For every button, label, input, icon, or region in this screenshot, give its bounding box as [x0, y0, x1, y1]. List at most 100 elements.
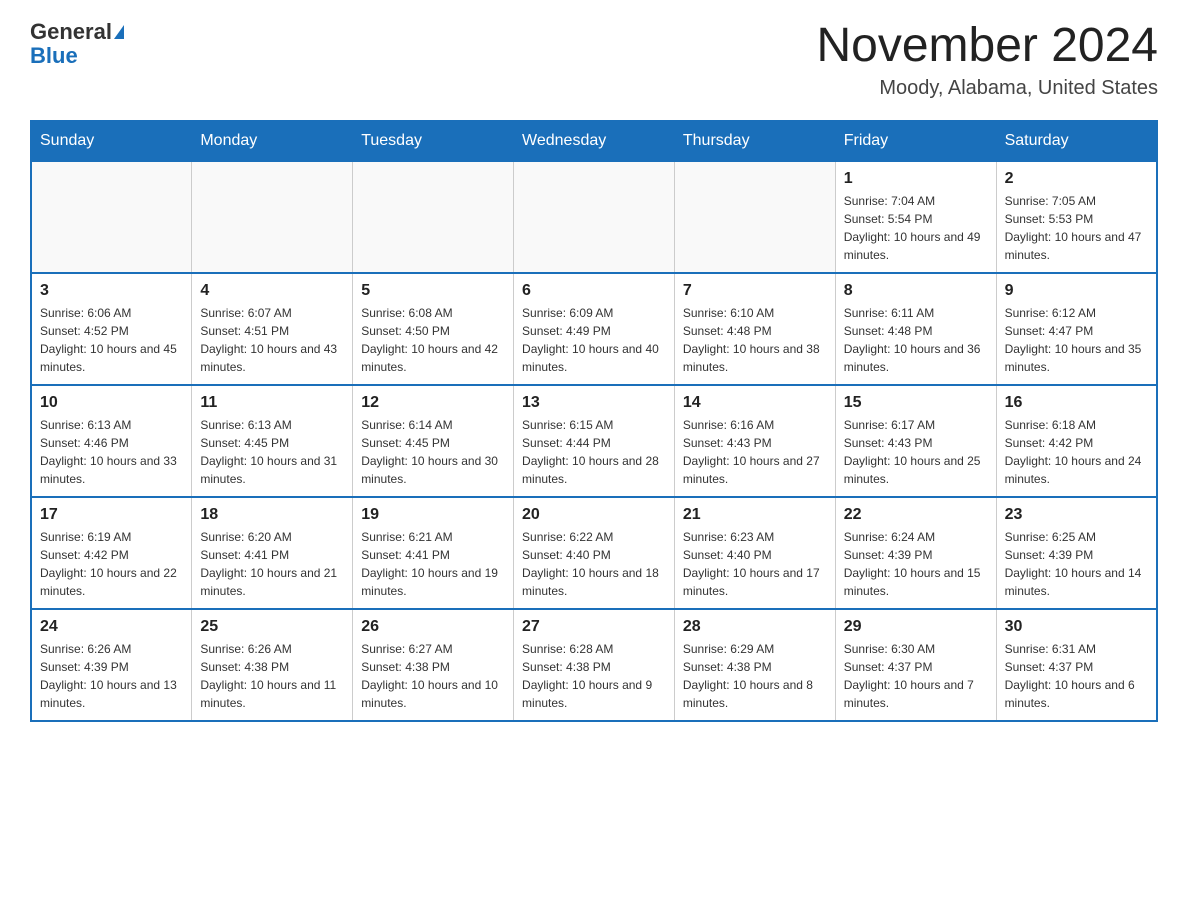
table-row: 11 Sunrise: 6:13 AMSunset: 4:45 PMDayligh… [192, 385, 353, 497]
week-row-1: 1 Sunrise: 7:04 AMSunset: 5:54 PMDaylight… [31, 161, 1157, 273]
table-row: 9Sunrise: 6:12 AMSunset: 4:47 PMDaylight… [996, 273, 1157, 385]
day-info: Sunrise: 6:07 AMSunset: 4:51 PMDaylight:… [200, 304, 344, 376]
table-row [514, 161, 675, 273]
day-number: 6 [522, 282, 666, 300]
day-number: 17 [40, 506, 183, 524]
table-row: 6 Sunrise: 6:09 AMSunset: 4:49 PMDaylight… [514, 273, 675, 385]
table-row: 7Sunrise: 6:10 AMSunset: 4:48 PMDaylight… [674, 273, 835, 385]
col-friday: Friday [835, 121, 996, 161]
day-info: Sunrise: 6:11 AMSunset: 4:48 PMDaylight:… [844, 304, 988, 376]
day-info: Sunrise: 6:26 AMSunset: 4:38 PMDaylight:… [200, 640, 344, 712]
day-info: Sunrise: 7:04 AMSunset: 5:54 PMDaylight:… [844, 192, 988, 264]
table-row: 24 Sunrise: 6:26 AMSunset: 4:39 PMDayligh… [31, 609, 192, 721]
day-number: 5 [361, 282, 505, 300]
week-row-4: 17 Sunrise: 6:19 AMSunset: 4:42 PMDayligh… [31, 497, 1157, 609]
day-info: Sunrise: 6:19 AMSunset: 4:42 PMDaylight:… [40, 528, 183, 600]
logo-general-text: General [30, 20, 112, 44]
day-info: Sunrise: 6:26 AMSunset: 4:39 PMDaylight:… [40, 640, 183, 712]
day-number: 7 [683, 282, 827, 300]
day-number: 19 [361, 506, 505, 524]
day-info: Sunrise: 6:29 AMSunset: 4:38 PMDaylight:… [683, 640, 827, 712]
day-number: 22 [844, 506, 988, 524]
table-row: 8 Sunrise: 6:11 AMSunset: 4:48 PMDaylight… [835, 273, 996, 385]
day-info: Sunrise: 6:09 AMSunset: 4:49 PMDaylight:… [522, 304, 666, 376]
table-row: 5 Sunrise: 6:08 AMSunset: 4:50 PMDaylight… [353, 273, 514, 385]
day-info: Sunrise: 6:28 AMSunset: 4:38 PMDaylight:… [522, 640, 666, 712]
day-info: Sunrise: 6:16 AMSunset: 4:43 PMDaylight:… [683, 416, 827, 488]
day-number: 14 [683, 394, 827, 412]
table-row: 27 Sunrise: 6:28 AMSunset: 4:38 PMDayligh… [514, 609, 675, 721]
day-number: 2 [1005, 170, 1148, 188]
col-sunday: Sunday [31, 121, 192, 161]
table-row [192, 161, 353, 273]
day-number: 27 [522, 618, 666, 636]
table-row: 13 Sunrise: 6:15 AMSunset: 4:44 PMDayligh… [514, 385, 675, 497]
day-number: 21 [683, 506, 827, 524]
day-number: 1 [844, 170, 988, 188]
calendar-header-row: Sunday Monday Tuesday Wednesday Thursday… [31, 121, 1157, 161]
logo: General Blue [30, 20, 124, 68]
table-row: 15Sunrise: 6:17 AMSunset: 4:43 PMDayligh… [835, 385, 996, 497]
table-row: 29Sunrise: 6:30 AMSunset: 4:37 PMDayligh… [835, 609, 996, 721]
day-info: Sunrise: 6:22 AMSunset: 4:40 PMDaylight:… [522, 528, 666, 600]
day-number: 10 [40, 394, 183, 412]
day-info: Sunrise: 7:05 AMSunset: 5:53 PMDaylight:… [1005, 192, 1148, 264]
table-row: 30 Sunrise: 6:31 AMSunset: 4:37 PMDayligh… [996, 609, 1157, 721]
month-title: November 2024 [816, 20, 1158, 73]
day-number: 30 [1005, 618, 1148, 636]
page-header: General Blue November 2024 Moody, Alabam… [30, 20, 1158, 100]
day-info: Sunrise: 6:17 AMSunset: 4:43 PMDaylight:… [844, 416, 988, 488]
week-row-5: 24 Sunrise: 6:26 AMSunset: 4:39 PMDayligh… [31, 609, 1157, 721]
table-row: 22 Sunrise: 6:24 AMSunset: 4:39 PMDayligh… [835, 497, 996, 609]
day-number: 11 [200, 394, 344, 412]
table-row: 21Sunrise: 6:23 AMSunset: 4:40 PMDayligh… [674, 497, 835, 609]
table-row [31, 161, 192, 273]
day-number: 13 [522, 394, 666, 412]
day-info: Sunrise: 6:30 AMSunset: 4:37 PMDaylight:… [844, 640, 988, 712]
day-info: Sunrise: 6:06 AMSunset: 4:52 PMDaylight:… [40, 304, 183, 376]
day-info: Sunrise: 6:27 AMSunset: 4:38 PMDaylight:… [361, 640, 505, 712]
week-row-2: 3 Sunrise: 6:06 AMSunset: 4:52 PMDaylight… [31, 273, 1157, 385]
day-number: 9 [1005, 282, 1148, 300]
day-info: Sunrise: 6:13 AMSunset: 4:45 PMDaylight:… [200, 416, 344, 488]
day-info: Sunrise: 6:14 AMSunset: 4:45 PMDaylight:… [361, 416, 505, 488]
day-info: Sunrise: 6:08 AMSunset: 4:50 PMDaylight:… [361, 304, 505, 376]
table-row: 18 Sunrise: 6:20 AMSunset: 4:41 PMDayligh… [192, 497, 353, 609]
day-number: 23 [1005, 506, 1148, 524]
day-number: 8 [844, 282, 988, 300]
title-block: November 2024 Moody, Alabama, United Sta… [816, 20, 1158, 100]
logo-triangle-icon [114, 25, 124, 39]
day-number: 3 [40, 282, 183, 300]
table-row [674, 161, 835, 273]
table-row: 14 Sunrise: 6:16 AMSunset: 4:43 PMDayligh… [674, 385, 835, 497]
col-tuesday: Tuesday [353, 121, 514, 161]
table-row: 26 Sunrise: 6:27 AMSunset: 4:38 PMDayligh… [353, 609, 514, 721]
table-row: 28 Sunrise: 6:29 AMSunset: 4:38 PMDayligh… [674, 609, 835, 721]
location: Moody, Alabama, United States [816, 77, 1158, 100]
day-info: Sunrise: 6:20 AMSunset: 4:41 PMDaylight:… [200, 528, 344, 600]
day-info: Sunrise: 6:21 AMSunset: 4:41 PMDaylight:… [361, 528, 505, 600]
day-info: Sunrise: 6:31 AMSunset: 4:37 PMDaylight:… [1005, 640, 1148, 712]
table-row [353, 161, 514, 273]
table-row: 2 Sunrise: 7:05 AMSunset: 5:53 PMDaylight… [996, 161, 1157, 273]
day-number: 25 [200, 618, 344, 636]
day-number: 18 [200, 506, 344, 524]
table-row: 20Sunrise: 6:22 AMSunset: 4:40 PMDayligh… [514, 497, 675, 609]
col-saturday: Saturday [996, 121, 1157, 161]
table-row: 10 Sunrise: 6:13 AMSunset: 4:46 PMDayligh… [31, 385, 192, 497]
table-row: 3 Sunrise: 6:06 AMSunset: 4:52 PMDaylight… [31, 273, 192, 385]
day-info: Sunrise: 6:15 AMSunset: 4:44 PMDaylight:… [522, 416, 666, 488]
day-info: Sunrise: 6:13 AMSunset: 4:46 PMDaylight:… [40, 416, 183, 488]
day-number: 4 [200, 282, 344, 300]
table-row: 19 Sunrise: 6:21 AMSunset: 4:41 PMDayligh… [353, 497, 514, 609]
day-info: Sunrise: 6:24 AMSunset: 4:39 PMDaylight:… [844, 528, 988, 600]
col-thursday: Thursday [674, 121, 835, 161]
table-row: 4 Sunrise: 6:07 AMSunset: 4:51 PMDaylight… [192, 273, 353, 385]
day-number: 26 [361, 618, 505, 636]
table-row: 23 Sunrise: 6:25 AMSunset: 4:39 PMDayligh… [996, 497, 1157, 609]
day-number: 24 [40, 618, 183, 636]
day-number: 28 [683, 618, 827, 636]
table-row: 16Sunrise: 6:18 AMSunset: 4:42 PMDayligh… [996, 385, 1157, 497]
table-row: 17 Sunrise: 6:19 AMSunset: 4:42 PMDayligh… [31, 497, 192, 609]
day-info: Sunrise: 6:25 AMSunset: 4:39 PMDaylight:… [1005, 528, 1148, 600]
